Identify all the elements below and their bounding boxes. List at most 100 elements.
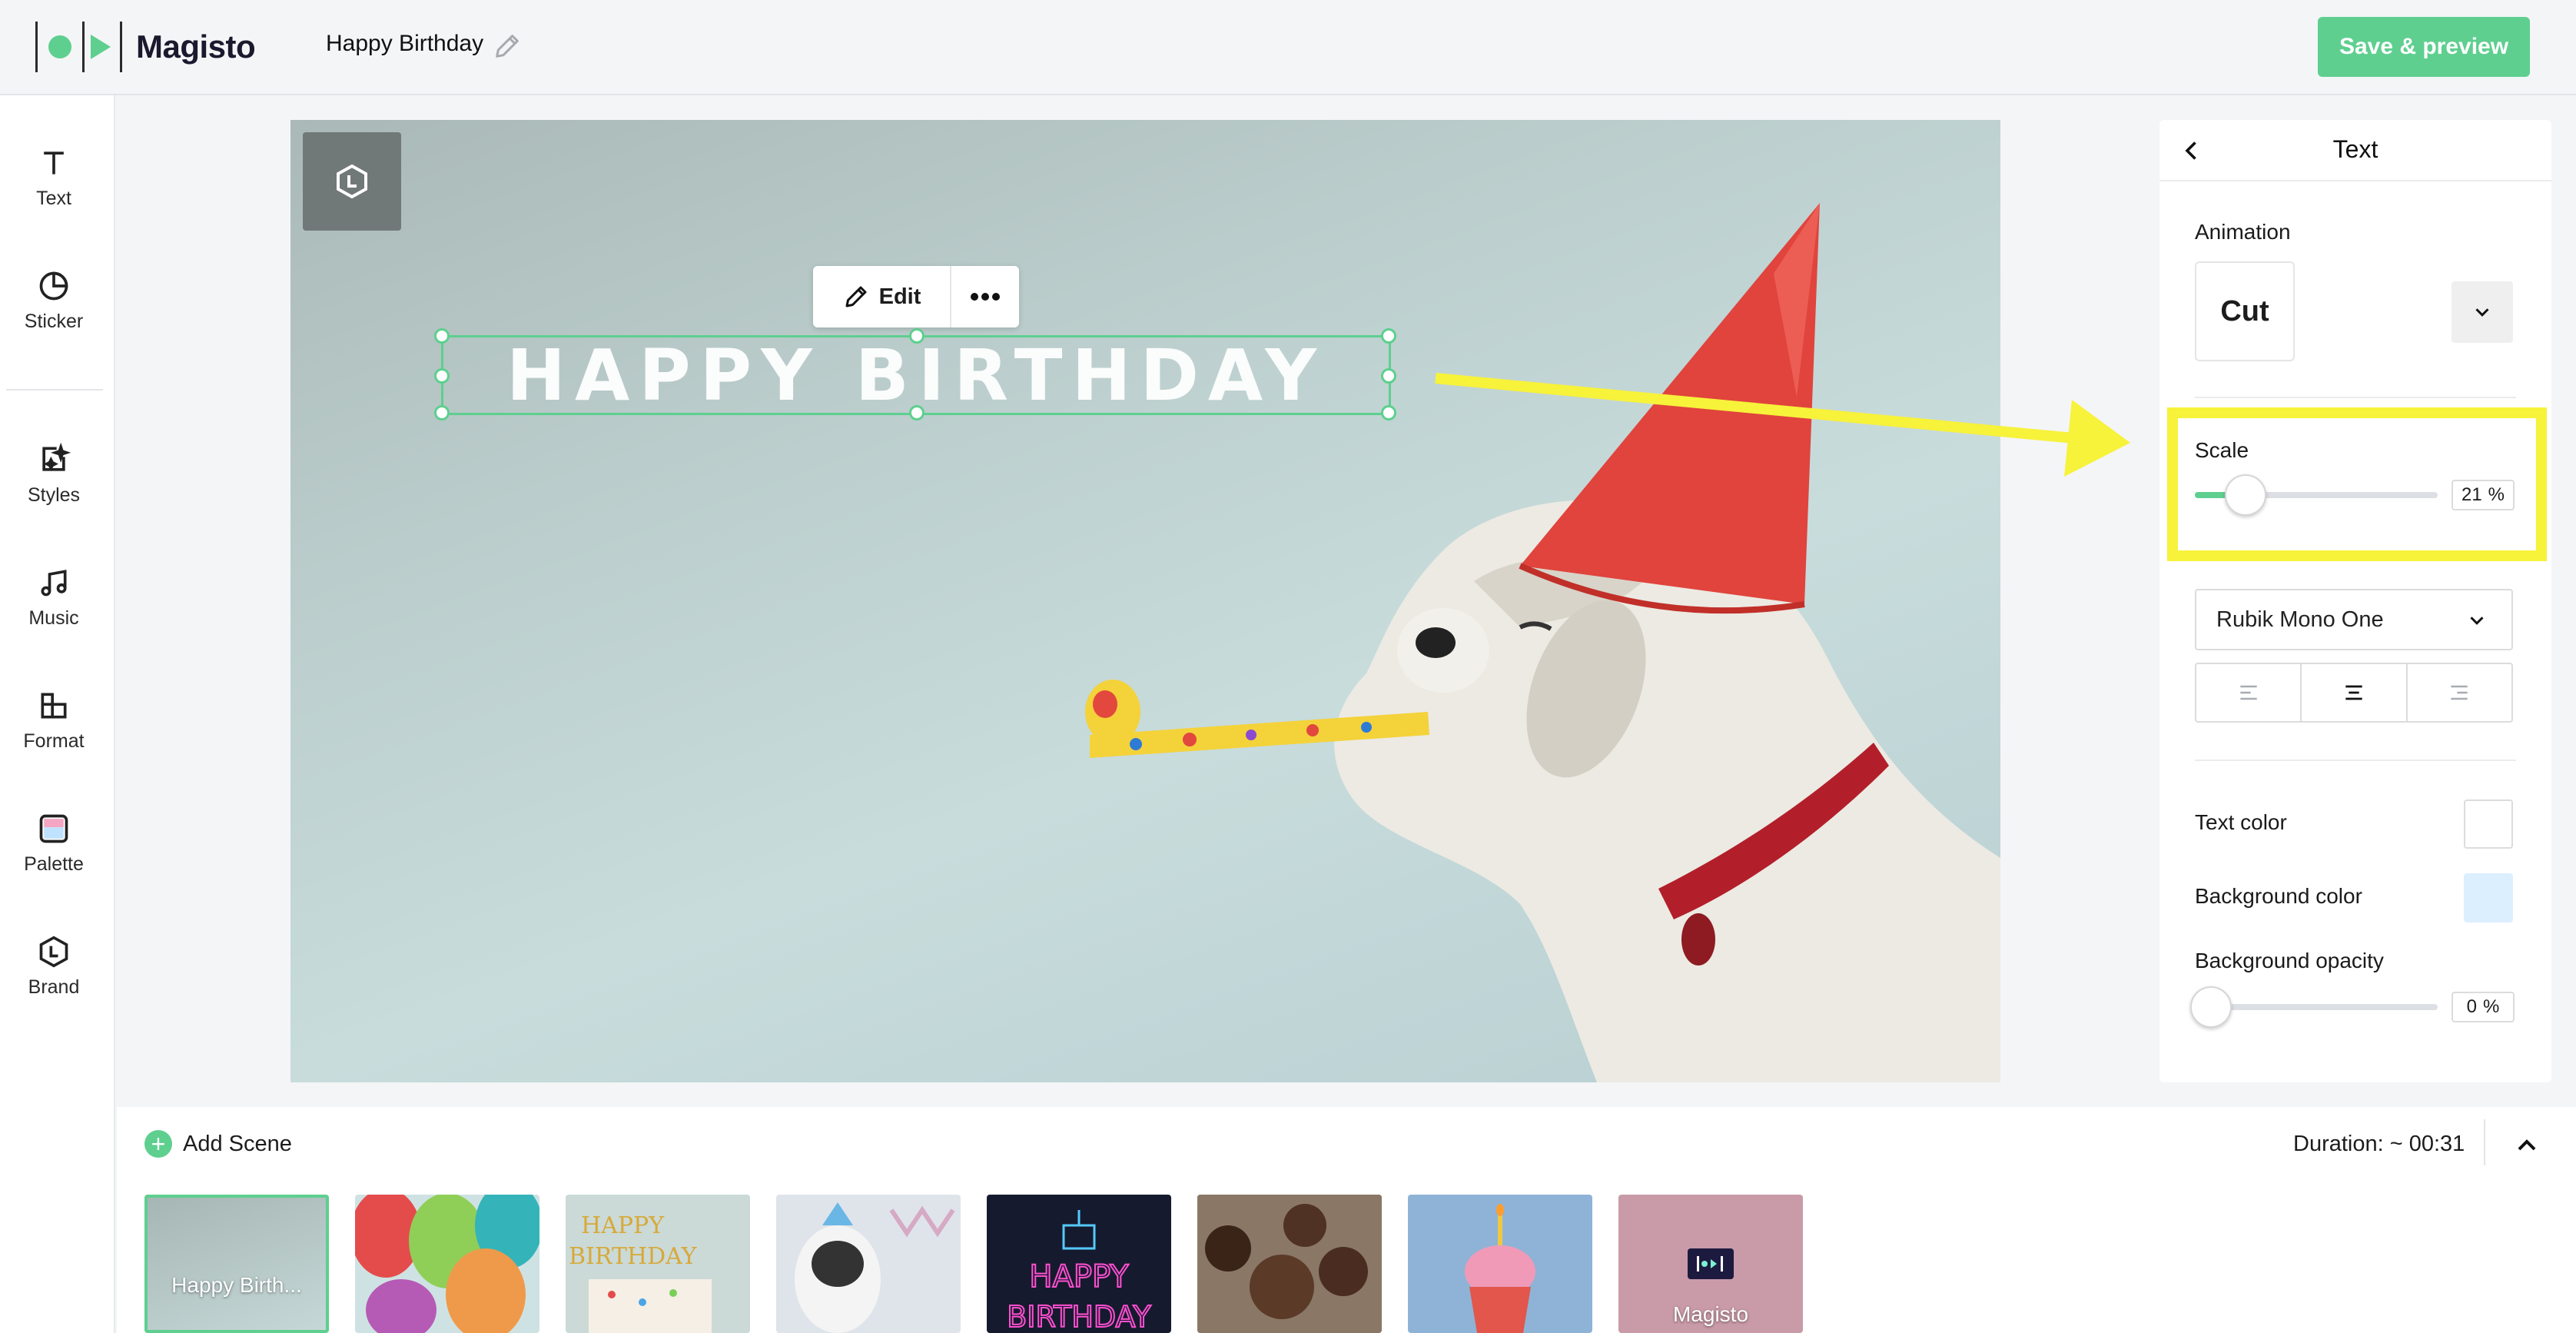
align-center-icon: [2345, 685, 2362, 700]
text-color-label: Text color: [2195, 810, 2287, 834]
balloons-image: [355, 1195, 539, 1333]
format-icon: [41, 693, 67, 719]
align-left-button[interactable]: [2196, 664, 2300, 721]
align-center-button[interactable]: [2300, 664, 2405, 721]
edit-text-button[interactable]: Edit: [813, 266, 951, 327]
opacity-value: 0: [2466, 996, 2477, 1017]
top-header: Magisto Happy Birthday Save & preview: [0, 0, 2576, 95]
scene-thumbnail-5[interactable]: HAPPY BIRTHDAY: [987, 1195, 1171, 1333]
resize-handle-bottom[interactable]: [909, 405, 925, 421]
resize-handle-bottom-left[interactable]: [434, 405, 450, 421]
animation-dropdown-button[interactable]: [2452, 281, 2513, 343]
duration-label: Duration: ~ 00:31: [2293, 1132, 2465, 1156]
sidebar-item-label: Brand: [28, 976, 80, 998]
play-icon: [1697, 1256, 1723, 1272]
sidebar-item-sticker[interactable]: Sticker: [0, 269, 108, 333]
sidebar-item-format[interactable]: Format: [0, 689, 108, 753]
sidebar-item-label: Styles: [27, 484, 81, 506]
resize-handle-top[interactable]: [909, 328, 925, 344]
opacity-slider-knob[interactable]: [2190, 986, 2232, 1028]
rename-pencil-icon[interactable]: [492, 31, 523, 61]
opacity-unit: %: [2483, 996, 2500, 1017]
background-color-label: Background color: [2195, 884, 2362, 908]
sticker-icon: [39, 271, 68, 301]
overlay-text[interactable]: HAPPY BIRTHDAY: [443, 334, 1389, 417]
add-scene-button[interactable]: + Add Scene: [144, 1130, 292, 1158]
panel-header: Text: [2159, 120, 2551, 181]
logo-dot-icon: [48, 35, 71, 58]
background-color-swatch[interactable]: [2464, 873, 2513, 922]
scene-thumbnail-7[interactable]: [1408, 1195, 1592, 1333]
birthday-cake-image: HAPPY BIRTHDAY: [569, 1212, 712, 1333]
sidebar-item-label: Palette: [24, 853, 84, 875]
logo-bar: [35, 22, 38, 72]
chevron-up-icon[interactable]: [2511, 1130, 2542, 1161]
scene-thumbnail-label: Happy Birth...: [171, 1273, 302, 1297]
logo-play-icon: [91, 35, 111, 59]
scene-thumbnail-4[interactable]: [776, 1195, 961, 1333]
resize-handle-top-left[interactable]: [434, 328, 450, 344]
sidebar-item-label: Sticker: [24, 311, 84, 332]
magisto-logo[interactable]: Magisto: [35, 22, 256, 72]
scene-thumbnail-1[interactable]: Happy Birth...: [144, 1195, 329, 1333]
project-title[interactable]: Happy Birthday: [326, 31, 483, 57]
brand-icon: [39, 936, 68, 968]
divider: [2195, 760, 2516, 761]
background-opacity-label: Background opacity: [2195, 949, 2384, 972]
align-left-icon: [2239, 685, 2257, 700]
resize-handle-top-right[interactable]: [1381, 328, 1396, 344]
scene-thumbnail-3[interactable]: HAPPY BIRTHDAY: [566, 1195, 750, 1333]
left-sidebar: Text Sticker Styles Music Format Palette…: [0, 95, 115, 1333]
more-dots-icon: [971, 293, 1000, 301]
logo-bar: [82, 22, 85, 72]
styles-icon: [42, 443, 71, 472]
annotation-arrow: [1435, 373, 2130, 477]
scenes-bar: + Add Scene Duration: ~ 00:31 Happy Birt…: [117, 1107, 2576, 1333]
sidebar-divider: [6, 389, 103, 391]
annotation-highlight-box: [2167, 407, 2547, 561]
animation-selected[interactable]: Cut: [2195, 261, 2295, 361]
text-edit-toolbar: Edit: [813, 266, 1019, 327]
music-icon: [41, 570, 67, 597]
plus-icon: +: [144, 1130, 172, 1158]
sidebar-item-music[interactable]: Music: [0, 566, 108, 630]
sidebar-item-text[interactable]: Text: [0, 146, 108, 210]
divider: [2195, 397, 2516, 398]
logo-bar: [120, 22, 122, 72]
sidebar-item-label: Music: [28, 607, 79, 629]
scene-thumbnail-8[interactable]: Magisto: [1618, 1195, 1803, 1333]
resize-handle-left[interactable]: [434, 368, 450, 384]
divider: [2484, 1119, 2485, 1165]
scene-background-image: [1085, 203, 2000, 1082]
save-preview-button[interactable]: Save & preview: [2318, 17, 2530, 77]
opacity-value-input[interactable]: 0 %: [2452, 992, 2515, 1022]
selected-text-box[interactable]: HAPPY BIRTHDAY: [434, 328, 1396, 421]
align-right-button[interactable]: [2405, 664, 2511, 721]
text-icon: [44, 151, 64, 175]
sidebar-item-brand[interactable]: Brand: [0, 935, 108, 999]
resize-handle-right[interactable]: [1381, 368, 1396, 384]
text-settings-panel: Text Animation Cut Scale 21 % Rubik Mono…: [2159, 120, 2551, 1082]
sidebar-item-palette[interactable]: Palette: [0, 812, 108, 876]
font-family-select[interactable]: Rubik Mono One: [2195, 589, 2513, 650]
panel-title: Text: [2332, 135, 2378, 163]
video-canvas[interactable]: Edit HAPPY BIRTHDAY: [290, 120, 2000, 1082]
scene-thumbnail-6[interactable]: [1197, 1195, 1382, 1333]
resize-handle-bottom-right[interactable]: [1381, 405, 1396, 421]
scene-thumbnail-2[interactable]: [355, 1195, 539, 1333]
font-family-value: Rubik Mono One: [2216, 607, 2384, 632]
svg-text:HAPPY: HAPPY: [1029, 1259, 1129, 1295]
brand-icon: [337, 164, 367, 199]
more-options-button[interactable]: [951, 266, 1019, 327]
svg-text:BIRTHDAY: BIRTHDAY: [569, 1243, 698, 1270]
magisto-logo-icon: [1688, 1248, 1734, 1279]
svg-text:BIRTHDAY: BIRTHDAY: [1007, 1300, 1151, 1333]
neon-birthday-image: HAPPY BIRTHDAY: [1006, 1210, 1153, 1333]
text-color-swatch[interactable]: [2464, 799, 2513, 849]
svg-text:HAPPY: HAPPY: [581, 1212, 665, 1239]
background-opacity-slider[interactable]: [2190, 986, 2438, 1028]
sidebar-item-styles[interactable]: Styles: [0, 443, 108, 507]
cupcake-image: [1465, 1204, 1535, 1333]
brand-logo-placeholder[interactable]: [303, 132, 401, 231]
edit-label: Edit: [878, 284, 921, 309]
